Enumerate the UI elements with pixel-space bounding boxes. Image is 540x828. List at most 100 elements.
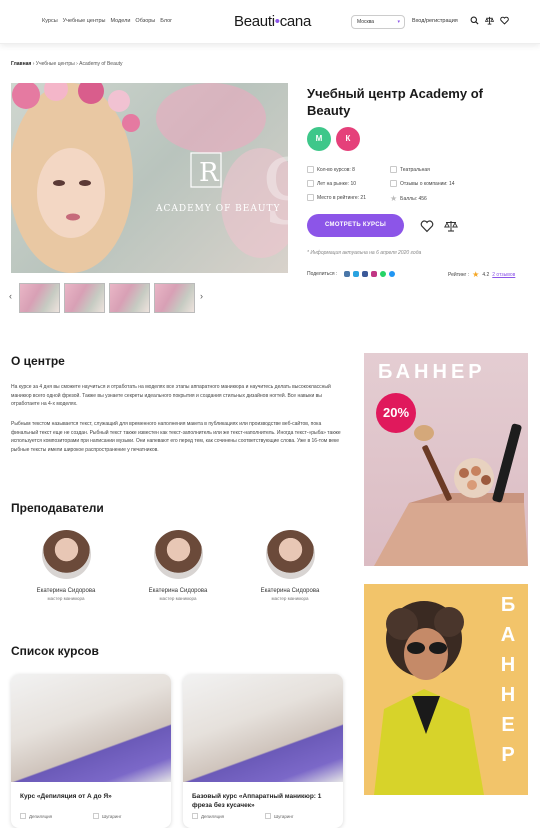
- whatsapp-icon[interactable]: [380, 271, 387, 277]
- banner-letter: Е: [501, 714, 515, 736]
- rating-label: Рейтинг :: [448, 271, 470, 278]
- banner-letter: Н: [500, 654, 516, 676]
- info-note: * Информация актуальна на 6 апреля 2020 …: [307, 250, 422, 256]
- breadcrumb-home[interactable]: Главная: [11, 61, 31, 67]
- course-card[interactable]: Курс «Депиляция от А до Я» Депиляция Шуг…: [11, 674, 171, 828]
- course-image: [183, 674, 343, 782]
- site-header: Курсы Учебные центры Модели Обзоры Блог …: [0, 0, 540, 44]
- course-title[interactable]: Курс «Депиляция от А до Я»: [20, 792, 165, 801]
- view-courses-button[interactable]: СМОТРЕТЬ КУРСЫ: [307, 214, 404, 237]
- course-subcategory-text: Шугаринг: [102, 813, 122, 819]
- chevron-down-icon: ▾: [397, 19, 400, 25]
- stat-address: Театральная: [390, 166, 430, 173]
- stat-years: Лет на рынке: 10: [307, 180, 356, 187]
- share-label: Поделиться :: [307, 271, 338, 277]
- ad-banner-fashion[interactable]: Б А Н Н Е Р: [364, 584, 528, 795]
- stat-points: ★ Баллы: 456: [390, 194, 427, 203]
- heart-icon[interactable]: [500, 16, 509, 25]
- breadcrumb-centers[interactable]: Учебные центры: [36, 61, 75, 67]
- vk-icon[interactable]: [344, 271, 351, 277]
- banner-title: БАННЕР: [378, 361, 486, 383]
- course-subcategory: Шугаринг: [265, 813, 294, 819]
- teacher-role: мастер маникюра: [47, 596, 85, 601]
- nav-courses[interactable]: Курсы: [42, 18, 58, 24]
- login-link[interactable]: Вход/регистрация: [412, 18, 458, 24]
- telegram-icon[interactable]: [353, 271, 360, 277]
- teacher-card[interactable]: Екатерина Сидорова мастер маникюра: [235, 530, 345, 601]
- chevron-right-icon[interactable]: ›: [200, 291, 203, 301]
- svg-text:R: R: [199, 158, 220, 188]
- compare-scales-icon[interactable]: [444, 219, 458, 233]
- rating-row: Рейтинг : ★ 4.2 2 отзывов: [448, 270, 515, 279]
- ad-banner-cosmetics[interactable]: БАННЕР 20%: [364, 353, 528, 566]
- reviews-link[interactable]: 2 отзывов: [492, 272, 515, 278]
- city-value: Москва: [357, 19, 375, 25]
- breadcrumb: Главная › Учебные центры › Academy of Be…: [11, 61, 123, 67]
- teacher-avatar: [265, 530, 315, 579]
- course-subcategory-text: Шугаринг: [274, 813, 294, 819]
- courses-heading: Список курсов: [11, 644, 99, 658]
- teacher-name: Екатерина Сидорова: [36, 588, 96, 594]
- city-select[interactable]: Москва ▾: [351, 15, 405, 29]
- teacher-role: мастер маникюра: [271, 596, 309, 601]
- photo-thumbnails: ‹ ›: [9, 283, 288, 313]
- stat-text: Баллы: 456: [400, 195, 427, 202]
- teacher-name: Екатерина Сидорова: [148, 588, 208, 594]
- discount-badge: 20%: [376, 393, 416, 433]
- stat-rating-place: Место в рейтинге: 21: [307, 194, 366, 201]
- center-main-photo: R 9 ACADEMY OF BEAUTY: [11, 83, 288, 273]
- stat-text: Театральная: [400, 166, 430, 173]
- banner-letter: А: [500, 624, 516, 646]
- search-icon[interactable]: [470, 16, 479, 25]
- course-card[interactable]: Базовый курс «Аппаратный маникюр: 1 фрез…: [183, 674, 343, 828]
- nav-blog[interactable]: Блог: [160, 18, 172, 24]
- breadcrumb-current: Academy of Beauty: [79, 61, 123, 67]
- logo-part-left: Beauti: [234, 13, 275, 30]
- center-logo-text: ACADEMY OF BEAUTY: [156, 204, 281, 214]
- course-category-text: Депиляция: [201, 813, 225, 819]
- center-photo-art: R 9: [11, 83, 288, 273]
- category-icon: [265, 813, 271, 819]
- course-subcategory: Шугаринг: [93, 813, 122, 819]
- star-icon: ★: [472, 270, 480, 279]
- star-icon: ★: [390, 194, 398, 203]
- category-icon: [192, 813, 198, 819]
- compare-icon[interactable]: [485, 16, 494, 25]
- nav-centers[interactable]: Учебные центры: [63, 18, 106, 24]
- course-title[interactable]: Базовый курс «Аппаратный маникюр: 1 фрез…: [192, 792, 337, 810]
- location-icon: [390, 166, 397, 173]
- stat-courses-count: Кол-во курсов: 8: [307, 166, 355, 173]
- banner-letter: Р: [501, 744, 515, 766]
- course-category: Депиляция: [192, 813, 224, 819]
- category-tag-k[interactable]: К: [336, 127, 360, 151]
- about-heading: О центре: [11, 354, 65, 368]
- teacher-avatar: [153, 530, 203, 579]
- nav-models[interactable]: Модели: [110, 18, 130, 24]
- teacher-name: Екатерина Сидорова: [260, 588, 320, 594]
- teacher-card[interactable]: Екатерина Сидорова мастер маникюра: [123, 530, 233, 601]
- category-tag-m[interactable]: М: [307, 127, 331, 151]
- teacher-avatar: [41, 530, 91, 579]
- thumbnail[interactable]: [64, 283, 105, 313]
- nav-reviews[interactable]: Обзоры: [135, 18, 155, 24]
- teacher-card[interactable]: Екатерина Сидорова мастер маникюра: [11, 530, 121, 601]
- instagram-icon[interactable]: [371, 271, 378, 277]
- banner-vertical-title: Б А Н Н Е Р: [495, 590, 521, 770]
- category-icon: [20, 813, 26, 819]
- chevron-left-icon[interactable]: ‹: [9, 291, 12, 301]
- about-paragraph-2: Рыбным текстом называется текст, служащи…: [11, 421, 341, 453]
- logo-part-right: cana: [279, 13, 312, 30]
- facebook-icon[interactable]: [362, 271, 369, 277]
- thumbnail[interactable]: [109, 283, 150, 313]
- site-logo[interactable]: Beauti•cana: [234, 13, 311, 30]
- favorite-heart-icon[interactable]: [420, 219, 434, 233]
- stat-reviews: Отзывы о компании: 14: [390, 180, 455, 187]
- page-title: Учебный центр Academy of Beauty: [307, 86, 483, 118]
- course-image: [11, 674, 171, 782]
- viber-icon[interactable]: [389, 271, 396, 277]
- teacher-role: мастер маникюра: [159, 596, 197, 601]
- thumbnail[interactable]: [19, 283, 60, 313]
- stat-text: Отзывы о компании: 14: [400, 180, 455, 187]
- thumbnail[interactable]: [154, 283, 195, 313]
- courses-icon: [307, 166, 314, 173]
